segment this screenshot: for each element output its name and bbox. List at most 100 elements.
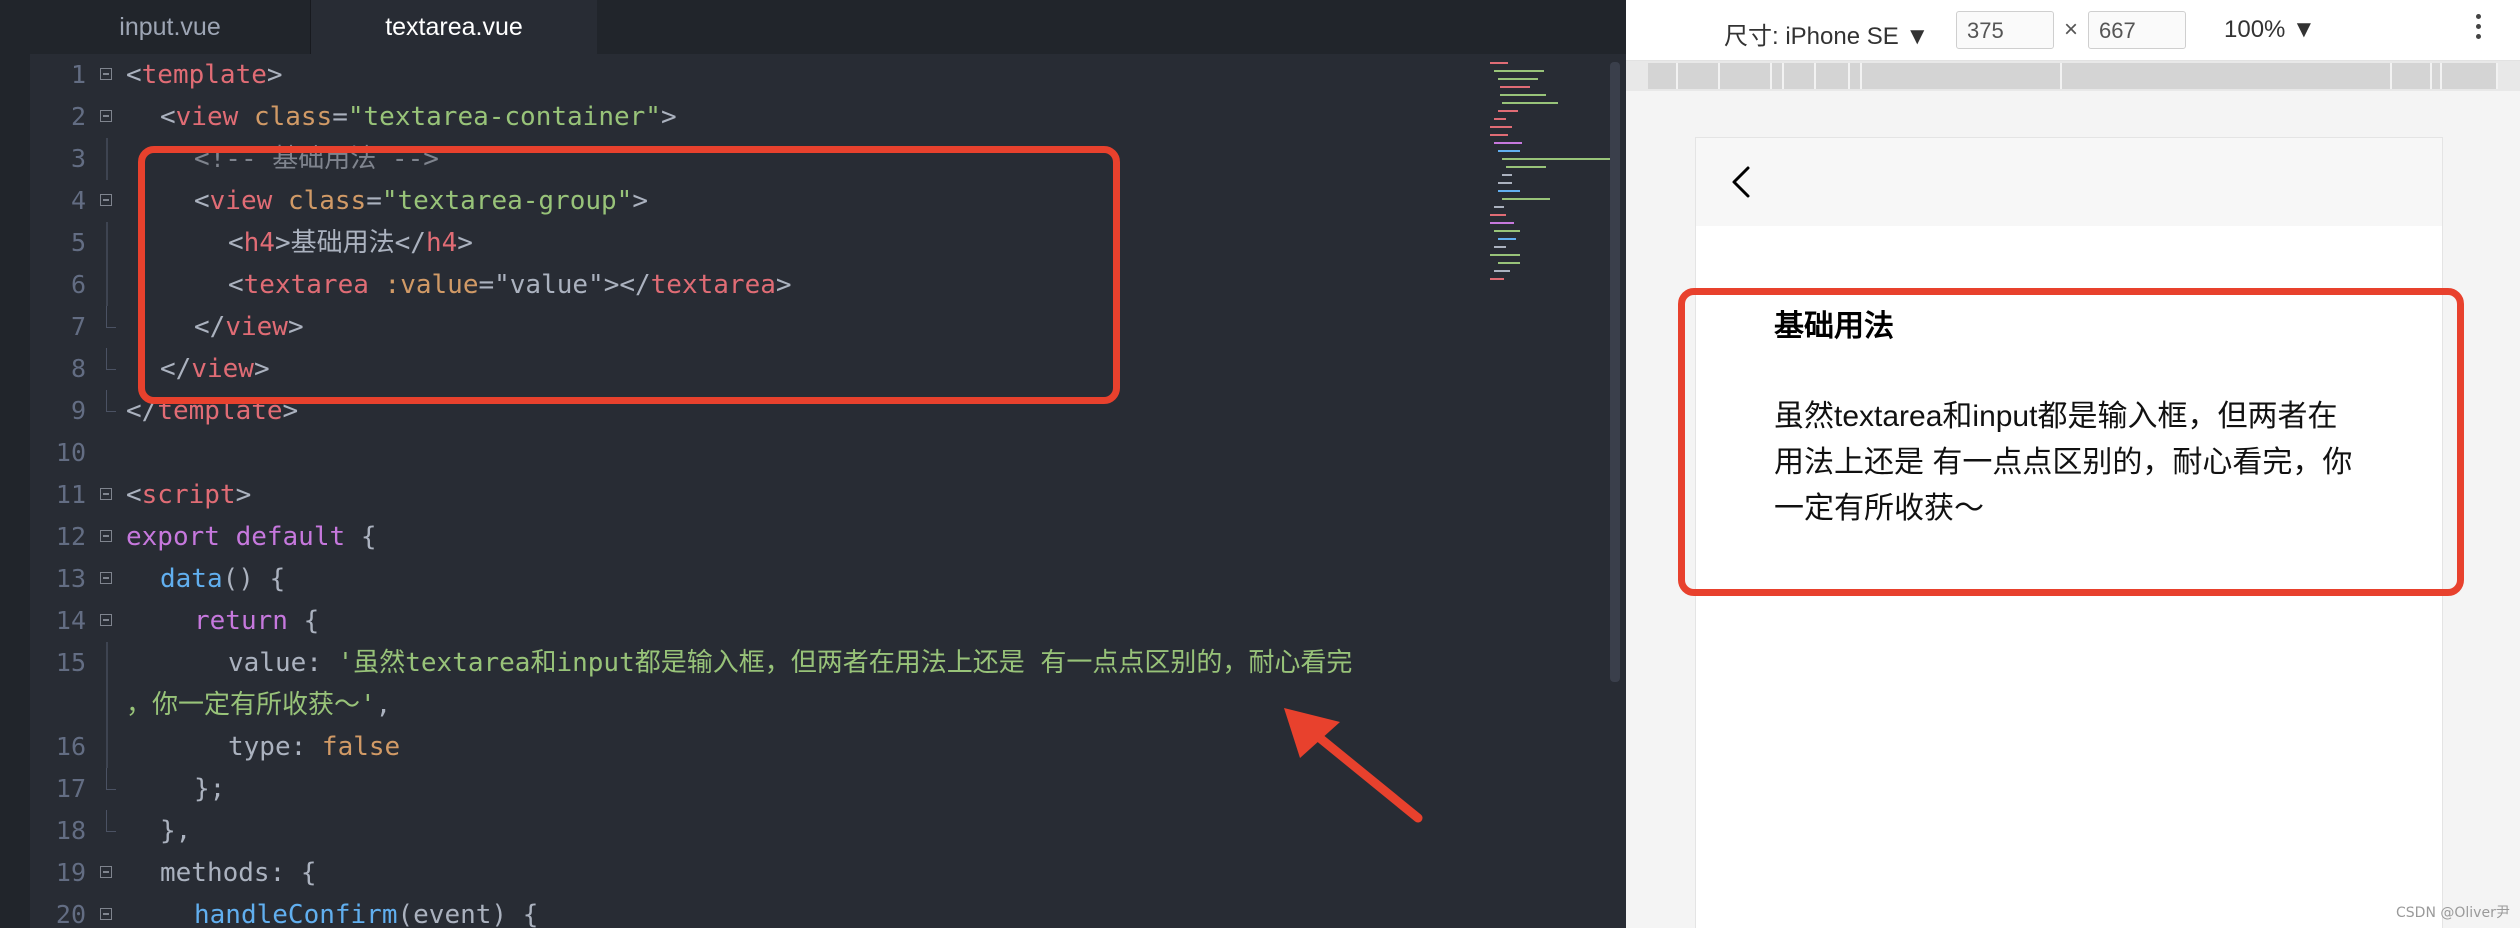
fold-end-guide	[106, 306, 116, 328]
fold-toggle-icon[interactable]	[100, 194, 112, 206]
simulator-toolbar: 尺寸: iPhone SE ▼ 375 × 667 100% ▼	[1626, 0, 2520, 61]
code-editor: input.vue textarea.vue 1 <template> 2 <view…	[0, 0, 1626, 928]
code-token: >	[235, 480, 252, 510]
minimap-line	[1490, 126, 1512, 128]
editor-scrollbar[interactable]	[1610, 62, 1620, 682]
back-arrow-icon[interactable]	[1724, 162, 1764, 202]
ruler-segment	[1784, 63, 1816, 89]
fold-toggle-icon[interactable]	[100, 68, 112, 80]
minimap-line	[1502, 198, 1550, 200]
code-line[interactable]: 1 <template>	[30, 54, 1490, 96]
dimension-separator: ×	[2064, 16, 2079, 43]
code-text: handleConfirm(event) {	[194, 894, 538, 928]
fold-toggle-icon[interactable]	[100, 866, 112, 878]
minimap-line	[1498, 238, 1516, 240]
minimap-line	[1490, 214, 1506, 216]
line-number: 15	[55, 648, 86, 677]
code-token: view	[175, 102, 254, 132]
line-number: 11	[55, 480, 86, 509]
line-number: 12	[55, 522, 86, 551]
code-line[interactable]: 15 value: '虽然textarea和input都是输入框，但两者在用法上还…	[30, 642, 1490, 684]
ruler-segment	[2392, 63, 2432, 89]
fold-toggle-icon[interactable]	[100, 908, 112, 920]
code-token: return	[194, 606, 304, 636]
code-token: <	[126, 60, 142, 90]
minimap-line	[1500, 94, 1546, 96]
code-token: template	[141, 60, 267, 90]
fold-end-guide	[106, 390, 116, 412]
navigation-bar	[1696, 138, 2442, 226]
minimap-line	[1502, 102, 1558, 104]
line-number: 13	[55, 564, 86, 593]
width-input[interactable]: 375	[1956, 11, 2054, 49]
minimap-line	[1502, 158, 1612, 160]
fold-guide	[106, 222, 108, 264]
code-text: return {	[194, 600, 319, 642]
code-text: },	[160, 810, 191, 852]
minimap-line	[1494, 70, 1544, 72]
code-token: >	[660, 102, 677, 132]
code-line[interactable]: 20 handleConfirm(event) {	[30, 894, 1490, 928]
code-line[interactable]: 11 <script>	[30, 474, 1490, 516]
minimap-line	[1490, 254, 1520, 256]
fold-guide	[106, 684, 108, 726]
code-text: export default {	[126, 516, 376, 558]
zoom-select[interactable]: 100% ▼	[2224, 16, 2316, 44]
device-select[interactable]: 尺寸: iPhone SE ▼	[1724, 16, 1929, 51]
minimap-line	[1494, 118, 1506, 120]
line-number: 3	[70, 144, 86, 173]
minimap[interactable]	[1490, 62, 1612, 322]
fold-guide	[106, 138, 108, 180]
code-token: export default	[126, 522, 361, 552]
code-token: ，你一定有所收获～'	[126, 690, 376, 720]
fold-end-guide	[106, 348, 116, 370]
code-text: value: '虽然textarea和input都是输入框，但两者在用法上还是 …	[228, 642, 1352, 684]
minimap-line	[1490, 222, 1514, 224]
code-token: (event) {	[397, 900, 539, 928]
ruler-segment	[1772, 63, 1784, 89]
code-token: script	[141, 480, 236, 510]
code-line[interactable]: 19 methods: {	[30, 852, 1490, 894]
code-token: };	[194, 774, 226, 804]
line-number: 2	[70, 102, 86, 131]
code-token: },	[160, 816, 192, 846]
ruler-segment	[2062, 63, 2392, 89]
line-number: 4	[70, 186, 86, 215]
ruler-segment	[1720, 63, 1772, 89]
code-line[interactable]: 10	[30, 432, 1490, 474]
minimap-line	[1498, 262, 1520, 264]
more-menu-icon[interactable]	[2476, 14, 2484, 44]
code-line[interactable]: 13 data() {	[30, 558, 1490, 600]
line-number: 19	[55, 858, 86, 887]
code-line[interactable]: 12 export default {	[30, 516, 1490, 558]
code-line[interactable]: 14 return {	[30, 600, 1490, 642]
line-number: 7	[70, 312, 86, 341]
fold-toggle-icon[interactable]	[100, 110, 112, 122]
watermark: CSDN @Oliver尹	[2396, 905, 2510, 921]
ruler-segment	[2432, 63, 2442, 89]
height-input[interactable]: 667	[2088, 11, 2186, 49]
ruler-segment	[1816, 63, 1850, 89]
fold-toggle-icon[interactable]	[100, 530, 112, 542]
minimap-line	[1500, 86, 1530, 88]
fold-toggle-icon[interactable]	[100, 572, 112, 584]
minimap-line	[1494, 270, 1510, 272]
fold-toggle-icon[interactable]	[100, 614, 112, 626]
code-line[interactable]: 2 <view class="textarea-container">	[30, 96, 1490, 138]
minimap-line	[1490, 62, 1508, 64]
code-token: >	[266, 60, 283, 90]
line-number: 18	[55, 816, 86, 845]
fold-guide	[106, 642, 108, 684]
line-number: 6	[70, 270, 86, 299]
code-token: handleConfirm	[194, 900, 398, 928]
line-number: 20	[55, 900, 86, 928]
fold-toggle-icon[interactable]	[100, 488, 112, 500]
editor-left-strip	[0, 0, 30, 928]
tab-textarea-vue[interactable]: textarea.vue	[311, 0, 597, 54]
minimap-line	[1506, 166, 1546, 168]
code-token: {	[360, 522, 377, 552]
minimap-line	[1494, 206, 1504, 208]
tab-input-vue[interactable]: input.vue	[30, 0, 311, 54]
minimap-line	[1498, 182, 1512, 184]
code-text: <template>	[126, 54, 283, 96]
